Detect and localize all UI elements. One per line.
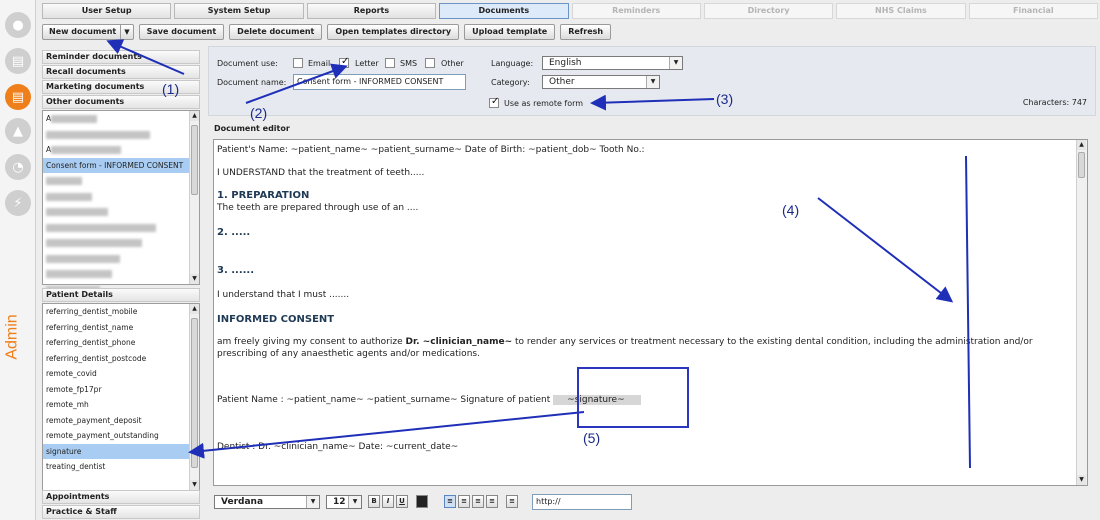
arrow-5: [188, 411, 585, 459]
annotation-label-2: (2): [250, 105, 268, 121]
arrow-2: [245, 63, 348, 104]
signature-highlight-box: [577, 367, 689, 428]
annotation-label-4: (4): [782, 202, 800, 218]
annotation-arrows: [106, 39, 971, 469]
divider-line-4: [965, 155, 971, 469]
annotation-label-5: (5): [583, 430, 601, 446]
annotation-label-1: (1): [162, 81, 180, 97]
arrow-1: [106, 39, 185, 75]
annotation-label-3: (3): [716, 91, 734, 107]
arrow-3: [590, 94, 715, 111]
arrow-4: [817, 197, 954, 303]
